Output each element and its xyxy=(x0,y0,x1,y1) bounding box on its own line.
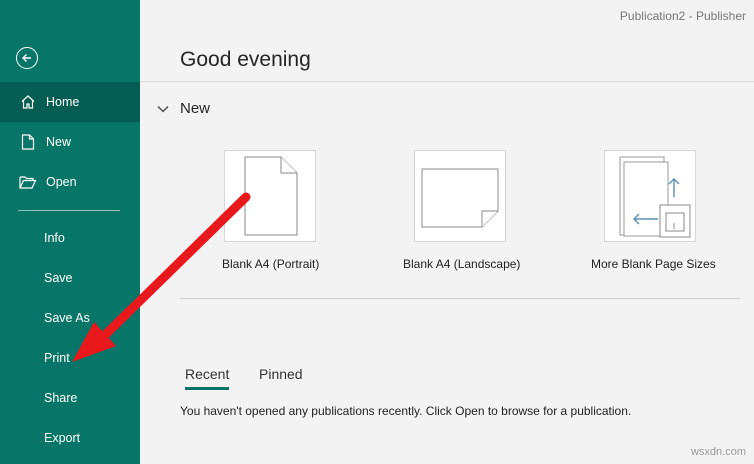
sidebar-item-save-as[interactable]: Save As xyxy=(0,298,140,338)
template-label: Blank A4 (Landscape) xyxy=(403,257,521,271)
page-title: Good evening xyxy=(180,48,311,71)
sidebar-item-label: New xyxy=(46,135,72,149)
sidebar-item-new[interactable]: New xyxy=(0,122,140,162)
sidebar-item-print[interactable]: Print xyxy=(0,338,140,378)
sidebar-item-label: Print xyxy=(44,351,70,365)
header-divider xyxy=(140,81,754,82)
template-more-blank-page-sizes[interactable]: More Blank Page Sizes xyxy=(591,150,716,271)
portrait-page-icon xyxy=(244,156,298,236)
template-thumbnail xyxy=(224,150,316,242)
template-blank-a4-portrait[interactable]: Blank A4 (Portrait) xyxy=(222,150,319,271)
template-thumbnail xyxy=(604,150,696,242)
section-divider xyxy=(180,298,740,299)
sidebar-item-label: Save As xyxy=(44,311,90,325)
template-thumbnail xyxy=(414,150,506,242)
sidebar-divider xyxy=(18,210,120,211)
new-document-icon xyxy=(18,132,38,152)
backstage-sidebar: Home New Open Info Save Save As Print Sh… xyxy=(0,0,140,464)
arrow-left-icon xyxy=(22,54,31,62)
empty-recent-message: You haven't opened any publications rece… xyxy=(180,404,632,418)
sidebar-item-share[interactable]: Share xyxy=(0,378,140,418)
tab-recent[interactable]: Recent xyxy=(185,366,230,390)
sidebar-item-label: Home xyxy=(46,95,80,109)
template-label: More Blank Page Sizes xyxy=(591,257,716,271)
new-section-toggle[interactable]: New xyxy=(156,100,210,117)
page-sizes-icon xyxy=(619,156,691,238)
chevron-down-icon xyxy=(157,105,169,112)
home-icon xyxy=(18,92,38,112)
new-section-label: New xyxy=(180,100,211,117)
sidebar-item-open[interactable]: Open xyxy=(0,162,140,202)
sidebar-item-label: Save xyxy=(44,271,73,285)
template-label: Blank A4 (Portrait) xyxy=(222,257,320,271)
sidebar-item-home[interactable]: Home xyxy=(0,82,140,122)
sidebar-item-label: Info xyxy=(44,231,65,245)
sidebar-item-label: Export xyxy=(44,431,81,445)
sidebar-item-export[interactable]: Export xyxy=(0,418,140,458)
sidebar-item-label: Share xyxy=(44,391,78,405)
template-blank-a4-landscape[interactable]: Blank A4 (Landscape) xyxy=(403,150,520,271)
sidebar-item-label: Open xyxy=(46,175,77,189)
tab-pinned[interactable]: Pinned xyxy=(259,366,303,382)
landscape-page-icon xyxy=(421,168,499,228)
watermark: wsxdn.com xyxy=(690,446,746,458)
folder-open-icon xyxy=(18,172,38,192)
sidebar-item-info[interactable]: Info xyxy=(0,218,140,258)
window-title: Publication2 - Publisher xyxy=(619,9,746,23)
sidebar-item-save[interactable]: Save xyxy=(0,258,140,298)
back-button[interactable] xyxy=(16,47,38,69)
